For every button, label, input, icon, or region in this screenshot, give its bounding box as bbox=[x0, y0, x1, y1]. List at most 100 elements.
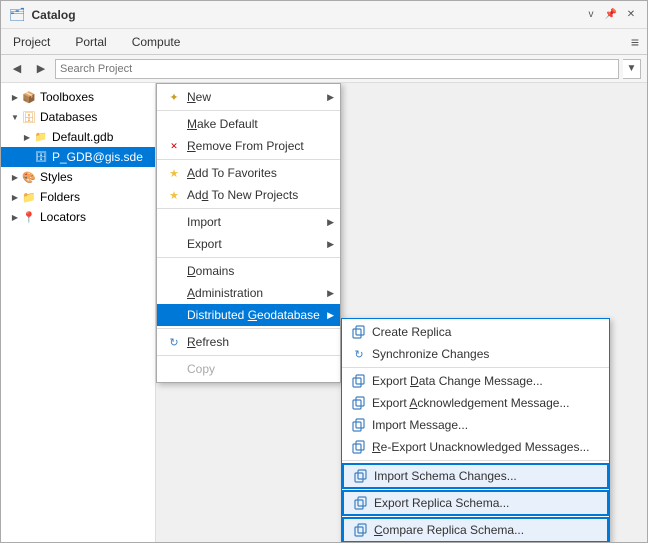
refresh-icon: ↻ bbox=[165, 334, 183, 350]
tree-item-locators[interactable]: ▶ 📍 Locators bbox=[1, 207, 155, 227]
menu-label-re-export: Re-Export Unacknowledged Messages... bbox=[372, 440, 589, 454]
tab-project[interactable]: Project bbox=[1, 31, 63, 53]
tree-arrow-styles: ▶ bbox=[9, 171, 21, 183]
tree-arrow-default-gdb: ▶ bbox=[21, 131, 33, 143]
menu-item-synchronize-changes[interactable]: ↻ Synchronize Changes bbox=[342, 343, 609, 365]
menu-item-remove-from-project[interactable]: ✕ Remove From Project bbox=[157, 135, 340, 157]
make-default-icon bbox=[165, 116, 183, 132]
pin-button[interactable]: 📌 bbox=[603, 7, 619, 23]
menu-label-new: New bbox=[187, 90, 211, 104]
tree-item-styles[interactable]: ▶ 🎨 Styles bbox=[1, 167, 155, 187]
export-replica-schema-icon bbox=[352, 495, 370, 511]
menu-label-export-acknowledgement: Export Acknowledgement Message... bbox=[372, 396, 569, 410]
tree-label-toolboxes: Toolboxes bbox=[40, 90, 94, 104]
separator-1 bbox=[157, 110, 340, 111]
separator-4 bbox=[157, 257, 340, 258]
menu-label-import-schema-changes: Import Schema Changes... bbox=[374, 469, 517, 483]
menu-label-add-new-projects: Add To New Projects bbox=[187, 188, 298, 202]
submenu-separator-2 bbox=[342, 460, 609, 461]
menu-item-export[interactable]: Export ▶ bbox=[157, 233, 340, 255]
menu-item-export-data-change[interactable]: Export Data Change Message... bbox=[342, 370, 609, 392]
menu-item-create-replica[interactable]: Create Replica bbox=[342, 321, 609, 343]
tab-bar: Project Portal Compute ≡ bbox=[1, 29, 647, 55]
menu-item-export-replica-schema[interactable]: Export Replica Schema... bbox=[342, 490, 609, 516]
menu-item-domains[interactable]: Domains bbox=[157, 260, 340, 282]
default-gdb-icon: 📁 bbox=[33, 129, 49, 145]
p-gdb-sde-icon: 🗄 bbox=[33, 149, 49, 165]
distributed-geodatabase-submenu: Create Replica ↻ Synchronize Changes bbox=[341, 318, 610, 542]
menu-item-distributed-geodatabase[interactable]: Distributed Geodatabase ▶ bbox=[157, 304, 340, 326]
menu-item-make-default[interactable]: Make Default bbox=[157, 113, 340, 135]
menu-label-import-message: Import Message... bbox=[372, 418, 468, 432]
menu-label-administration: Administration bbox=[187, 286, 263, 300]
domains-icon bbox=[165, 263, 183, 279]
menu-item-import[interactable]: Import ▶ bbox=[157, 211, 340, 233]
window-title: Catalog bbox=[32, 8, 76, 22]
search-input[interactable] bbox=[55, 59, 619, 79]
menu-label-domains: Domains bbox=[187, 264, 234, 278]
remove-icon: ✕ bbox=[165, 138, 183, 154]
tree-item-folders[interactable]: ▶ 📁 Folders bbox=[1, 187, 155, 207]
copy-icon bbox=[165, 361, 183, 377]
minimize-button[interactable]: v bbox=[583, 7, 599, 23]
menu-item-copy: Copy bbox=[157, 358, 340, 380]
separator-2 bbox=[157, 159, 340, 160]
tree-arrow-folders: ▶ bbox=[9, 191, 21, 203]
administration-icon bbox=[165, 285, 183, 301]
tree-item-p-gdb-sde[interactable]: 🗄 P_GDB@gis.sde bbox=[1, 147, 155, 167]
primary-context-menu: ✦ New ▶ Make Default ✕ Remove From Proje… bbox=[156, 83, 341, 383]
toolboxes-icon: 📦 bbox=[21, 89, 37, 105]
menu-item-administration[interactable]: Administration ▶ bbox=[157, 282, 340, 304]
separator-3 bbox=[157, 208, 340, 209]
new-arrow-icon: ▶ bbox=[327, 92, 334, 103]
tree-label-locators: Locators bbox=[40, 210, 86, 224]
menu-label-distributed-geodatabase: Distributed Geodatabase bbox=[187, 308, 320, 322]
menu-label-copy: Copy bbox=[187, 362, 215, 376]
menu-item-re-export-unacknowledged[interactable]: Re-Export Unacknowledged Messages... bbox=[342, 436, 609, 458]
tree-panel: ▶ 📦 Toolboxes ▼ 🗄 Databases ▶ 📁 Default.… bbox=[1, 83, 156, 542]
import-arrow-icon: ▶ bbox=[327, 217, 334, 228]
menu-label-remove: Remove From Project bbox=[187, 139, 304, 153]
styles-icon: 🎨 bbox=[21, 169, 37, 185]
search-dropdown-button[interactable]: ▼ bbox=[623, 59, 641, 79]
hamburger-menu[interactable]: ≡ bbox=[623, 30, 647, 54]
databases-icon: 🗄 bbox=[21, 109, 37, 125]
re-export-icon bbox=[350, 439, 368, 455]
menu-label-export-data-change: Export Data Change Message... bbox=[372, 374, 543, 388]
folders-icon: 📁 bbox=[21, 189, 37, 205]
forward-button[interactable]: ▶ bbox=[31, 59, 51, 79]
menu-label-export-replica-schema: Export Replica Schema... bbox=[374, 496, 509, 510]
close-button[interactable]: ✕ bbox=[623, 7, 639, 23]
menu-item-import-message[interactable]: Import Message... bbox=[342, 414, 609, 436]
menu-label-create-replica: Create Replica bbox=[372, 325, 451, 339]
menu-item-add-new-projects[interactable]: ★ Add To New Projects bbox=[157, 184, 340, 206]
content-area: ▶ 📦 Toolboxes ▼ 🗄 Databases ▶ 📁 Default.… bbox=[1, 83, 647, 542]
tree-label-p-gdb-sde: P_GDB@gis.sde bbox=[52, 150, 143, 164]
menu-item-new[interactable]: ✦ New ▶ bbox=[157, 86, 340, 108]
menu-label-add-favorites: Add To Favorites bbox=[187, 166, 277, 180]
menu-item-compare-replica-schema[interactable]: Compare Replica Schema... bbox=[342, 517, 609, 542]
back-button[interactable]: ◀ bbox=[7, 59, 27, 79]
menu-item-export-acknowledgement[interactable]: Export Acknowledgement Message... bbox=[342, 392, 609, 414]
title-bar: 🗂 Catalog v 📌 ✕ bbox=[1, 1, 647, 29]
menu-label-refresh: Refresh bbox=[187, 335, 229, 349]
menu-item-import-schema-changes[interactable]: Import Schema Changes... bbox=[342, 463, 609, 489]
export-data-icon bbox=[350, 373, 368, 389]
distributed-geo-icon bbox=[165, 307, 183, 323]
separator-6 bbox=[157, 355, 340, 356]
menu-item-add-favorites[interactable]: ★ Add To Favorites bbox=[157, 162, 340, 184]
menu-label-make-default: Make Default bbox=[187, 117, 258, 131]
menu-item-refresh[interactable]: ↻ Refresh bbox=[157, 331, 340, 353]
right-panel: ✦ New ▶ Make Default ✕ Remove From Proje… bbox=[156, 83, 647, 542]
tree-arrow-p-gdb-sde bbox=[21, 151, 33, 163]
tree-item-toolboxes[interactable]: ▶ 📦 Toolboxes bbox=[1, 87, 155, 107]
tree-item-default-gdb[interactable]: ▶ 📁 Default.gdb bbox=[1, 127, 155, 147]
sync-icon: ↻ bbox=[350, 346, 368, 362]
catalog-window: 🗂 Catalog v 📌 ✕ Project Portal Compute ≡… bbox=[0, 0, 648, 543]
tree-label-default-gdb: Default.gdb bbox=[52, 130, 113, 144]
create-replica-icon bbox=[350, 324, 368, 340]
tree-item-databases[interactable]: ▼ 🗄 Databases bbox=[1, 107, 155, 127]
tree-arrow-databases: ▼ bbox=[9, 111, 21, 123]
tab-portal[interactable]: Portal bbox=[63, 31, 119, 53]
tab-compute[interactable]: Compute bbox=[120, 31, 194, 53]
